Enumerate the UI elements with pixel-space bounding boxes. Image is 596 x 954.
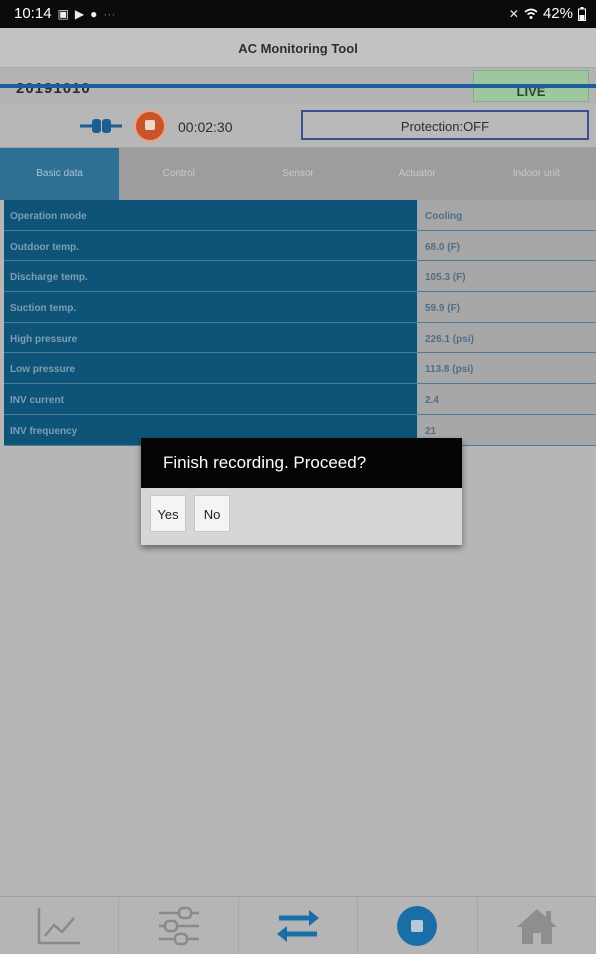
connection-plug-icon: [80, 119, 122, 133]
row-value: 59.9 (F): [419, 292, 596, 322]
no-button-label: No: [203, 507, 221, 522]
protection-status-label: Protection:OFF: [400, 119, 490, 134]
home-icon: [516, 908, 557, 944]
play-icon: ▶: [74, 6, 85, 21]
mute-icon: ✕: [508, 6, 519, 21]
stop-button[interactable]: [358, 897, 478, 954]
dialog-header: Finish recording. Proceed?: [141, 438, 462, 488]
app-screen: 10:14 ▣ ▶ ● ··· ✕ 42% AC Monitoring Tool: [0, 0, 596, 954]
home-button[interactable]: [478, 897, 596, 954]
table-row: High pressure 226.1 (psi): [4, 322, 596, 354]
row-label: Suction temp.: [4, 292, 419, 322]
gallery-icon: ▣: [57, 6, 69, 21]
table-row: Low pressure 113.8 (psi): [4, 353, 596, 385]
data-tabs: Basic data Control Sensor Actuator Indoo…: [0, 148, 596, 200]
transfer-button[interactable]: [239, 897, 359, 954]
app-title-bar: AC Monitoring Tool: [0, 28, 596, 68]
tab-sensor[interactable]: Sensor: [238, 148, 357, 200]
wifi-icon: [524, 8, 538, 19]
row-value: 105.3 (F): [419, 261, 596, 292]
row-label: High pressure: [4, 322, 419, 353]
confirm-dialog: Finish recording. Proceed? Yes No: [141, 438, 462, 545]
battery-level: 42%: [542, 5, 573, 22]
row-label: INV current: [4, 384, 419, 414]
status-bar: 10:14 ▣ ▶ ● ··· ✕ 42%: [0, 0, 596, 28]
record-icon[interactable]: [134, 110, 166, 142]
basic-data-table: Operation mode Cooling Outdoor temp. 68.…: [4, 200, 596, 446]
overlay-divider-line: [0, 84, 596, 88]
row-value: 2.4: [419, 384, 596, 414]
sync-icon: ●: [90, 6, 98, 21]
transfer-icon: [277, 909, 320, 942]
session-id: 20191010: [16, 80, 91, 97]
protection-status-button[interactable]: Protection:OFF: [301, 110, 589, 140]
no-button[interactable]: No: [194, 495, 230, 532]
dialog-message: Finish recording. Proceed?: [163, 453, 367, 472]
graph-button[interactable]: [0, 897, 120, 954]
settings-button[interactable]: [119, 897, 239, 954]
bottom-nav: [0, 896, 596, 954]
more-icon: ···: [103, 6, 116, 21]
app-title: AC Monitoring Tool: [238, 41, 358, 56]
table-row: INV current 2.4: [4, 384, 596, 415]
table-row: Suction temp. 59.9 (F): [4, 292, 596, 323]
yes-button[interactable]: Yes: [150, 495, 186, 532]
row-value: Cooling: [419, 200, 596, 230]
table-row: Operation mode Cooling: [4, 200, 596, 231]
yes-button-label: Yes: [157, 507, 179, 522]
row-label: Discharge temp.: [4, 261, 419, 292]
tab-indoor-unit[interactable]: Indoor unit: [477, 148, 596, 200]
row-label: Low pressure: [4, 353, 419, 384]
battery-icon: [578, 6, 586, 21]
tab-control[interactable]: Control: [119, 148, 238, 200]
clock: 10:14: [14, 5, 52, 22]
tab-basic-data[interactable]: Basic data: [0, 148, 120, 200]
graph-icon: [37, 907, 81, 944]
row-value: 113.8 (psi): [419, 353, 596, 384]
tab-actuator[interactable]: Actuator: [358, 148, 477, 200]
recording-timer: 00:02:30: [178, 119, 233, 135]
table-row: Discharge temp. 105.3 (F): [4, 261, 596, 293]
row-value: 226.1 (psi): [419, 322, 596, 353]
table-row: Outdoor temp. 68.0 (F): [4, 230, 596, 262]
row-label: Operation mode: [4, 200, 419, 230]
row-value: 68.0 (F): [419, 230, 596, 261]
stop-icon: [397, 905, 438, 946]
settings-sliders-icon: [158, 906, 199, 945]
row-label: Outdoor temp.: [4, 230, 419, 261]
